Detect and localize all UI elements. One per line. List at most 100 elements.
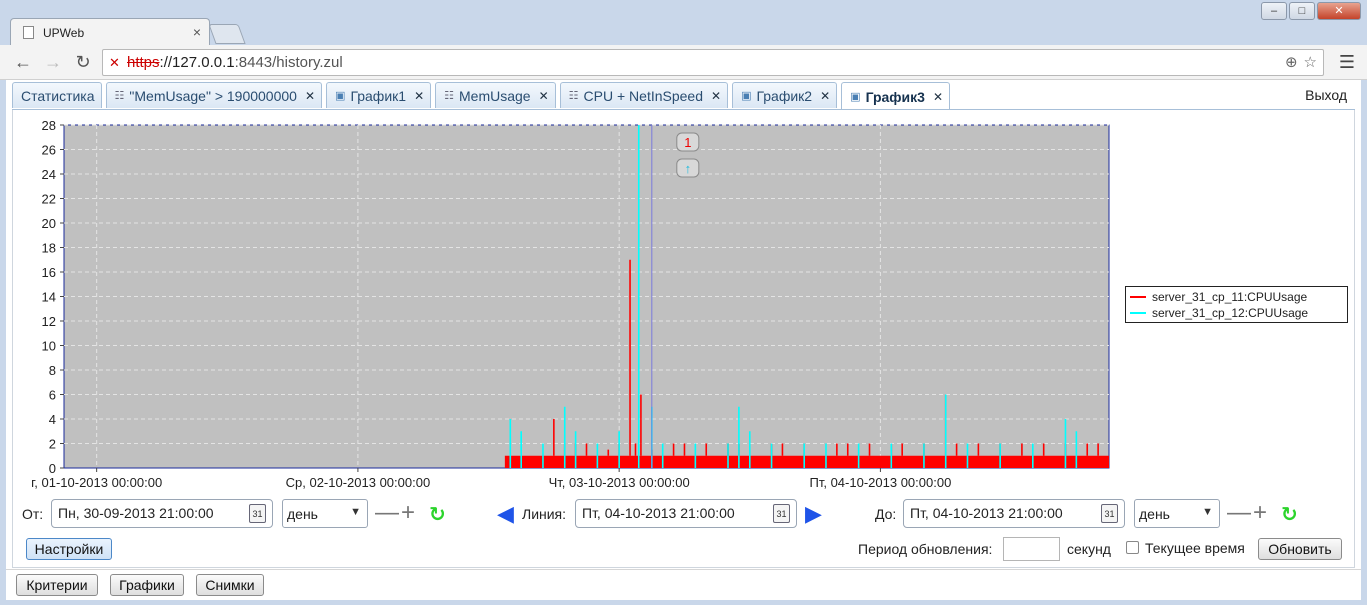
y-tick-label: 22: [42, 192, 56, 207]
bookmark-star-icon[interactable]: ☆: [1304, 53, 1317, 71]
current-time-checkbox[interactable]: [1126, 541, 1139, 554]
app-tab-label: Статистика: [21, 87, 95, 104]
app-tab-2[interactable]: ▣ График1 ✕: [326, 82, 432, 108]
browser-tab-title: UPWeb: [43, 26, 85, 40]
close-window-button[interactable]: ✕: [1317, 2, 1361, 20]
line-forward-arrow-icon[interactable]: ▶: [805, 503, 822, 525]
logout-link[interactable]: Выход: [1305, 87, 1347, 103]
app-tab-4[interactable]: ☷ CPU + NetInSpeed ✕: [559, 82, 729, 108]
bottom-toolbar: Критерии Графики Снимки: [6, 569, 1361, 600]
table-icon: ☷: [444, 90, 454, 102]
close-tab-icon[interactable]: ✕: [933, 90, 943, 104]
app-tab-5[interactable]: ▣ График2 ✕: [732, 82, 838, 108]
calendar-icon[interactable]: 31: [1101, 504, 1118, 523]
from-unit-value: день: [287, 506, 318, 522]
refresh-period-input[interactable]: [1003, 537, 1060, 561]
seconds-label: секунд: [1067, 541, 1111, 557]
app-tab-label: График2: [756, 87, 813, 104]
close-tab-icon[interactable]: ✕: [414, 89, 424, 103]
app-tab-label: CPU + NetInSpeed: [583, 87, 703, 104]
close-tab-icon[interactable]: ✕: [820, 89, 830, 103]
chart-panel: 0 2 4 6 8 10 12 14 16 18 20 22 24 26 28 г, 01-10-2013 0…: [12, 110, 1355, 568]
y-tick-label: 6: [49, 388, 56, 403]
zoom-icon[interactable]: ⊕: [1285, 53, 1298, 71]
to-date-value: Пт, 04-10-2013 21:00:00: [910, 505, 1063, 521]
line-date-field[interactable]: Пт, 04-10-2013 21:00:00 31: [575, 499, 797, 528]
to-minus-icon[interactable]: —: [1227, 501, 1251, 525]
snapshots-button[interactable]: Снимки: [196, 574, 264, 596]
app-tab-label: "MemUsage" > 190000000: [129, 87, 297, 104]
close-tab-icon[interactable]: ✕: [711, 89, 721, 103]
line-date-value: Пт, 04-10-2013 21:00:00: [582, 505, 735, 521]
to-unit-value: день: [1139, 506, 1170, 522]
to-date-field[interactable]: Пт, 04-10-2013 21:00:00 31: [903, 499, 1125, 528]
from-plus-icon[interactable]: +: [401, 501, 415, 525]
app-tab-3[interactable]: ☷ MemUsage ✕: [435, 82, 556, 108]
chart-icon: ▣: [850, 91, 861, 103]
app-tab-1[interactable]: ☷ "MemUsage" > 190000000 ✕: [105, 82, 323, 108]
close-tab-icon[interactable]: ×: [193, 24, 201, 40]
x-tick-label: Пт, 04-10-2013 00:00:00: [810, 475, 952, 490]
refresh-period-label: Период обновления:: [858, 541, 993, 557]
close-tab-icon[interactable]: ✕: [539, 89, 549, 103]
app-tab-strip: Статистика ☷ "MemUsage" > 190000000 ✕ ▣ Графи…: [12, 82, 954, 110]
x-tick-label: Чт, 03-10-2013 00:00:00: [549, 475, 690, 490]
series-baseline-band: [504, 455, 1109, 468]
legend-entry: server_31_cp_11:CPUUsage: [1130, 289, 1343, 305]
page-content: Статистика ☷ "MemUsage" > 190000000 ✕ ▣ Графи…: [6, 80, 1361, 600]
y-tick-label: 2: [49, 437, 56, 452]
y-tick-label: 0: [49, 461, 56, 476]
to-unit-select[interactable]: день ▼: [1134, 499, 1220, 528]
new-tab-button[interactable]: [208, 24, 246, 44]
y-tick-label: 20: [42, 216, 56, 231]
table-icon: ☷: [568, 90, 579, 102]
address-bar[interactable]: ✕ https://127.0.0.1:8443/history.zul ⊕ ☆: [102, 49, 1324, 76]
from-reset-icon[interactable]: ↻: [429, 504, 446, 526]
insecure-lock-icon: ✕: [109, 55, 120, 70]
chart-icon: ▣: [335, 90, 346, 102]
chart-icon: ▣: [741, 90, 752, 102]
calendar-icon[interactable]: 31: [249, 504, 266, 523]
close-tab-icon[interactable]: ✕: [305, 89, 315, 103]
to-label: До:: [875, 506, 897, 522]
forward-icon[interactable]: →: [42, 51, 64, 73]
browser-menu-icon[interactable]: ☰: [1339, 52, 1355, 73]
y-tick-label: 4: [49, 412, 56, 427]
from-date-field[interactable]: Пн, 30-09-2013 21:00:00 31: [51, 499, 273, 528]
y-tick-label: 12: [42, 314, 56, 329]
app-tab-6[interactable]: ▣ График3 ✕: [841, 82, 951, 110]
to-plus-icon[interactable]: +: [1253, 501, 1267, 525]
charts-button[interactable]: Графики: [110, 574, 184, 596]
from-minus-icon[interactable]: —: [375, 501, 399, 525]
line-back-arrow-icon[interactable]: ◀: [497, 503, 514, 525]
maximize-button[interactable]: □: [1289, 2, 1315, 20]
app-tab-0[interactable]: Статистика: [12, 82, 102, 108]
criteria-button[interactable]: Критерии: [16, 574, 98, 596]
url-text: https://127.0.0.1:8443/history.zul: [127, 54, 343, 71]
table-icon: ☷: [114, 90, 125, 102]
browser-toolbar: ← → ↻ ✕ https://127.0.0.1:8443/history.z…: [0, 45, 1367, 80]
legend-swatch: [1130, 296, 1146, 298]
from-label: От:: [22, 506, 44, 522]
page-icon: [23, 26, 34, 39]
from-date-value: Пн, 30-09-2013 21:00:00: [58, 505, 214, 521]
y-tick-label: 28: [42, 118, 56, 133]
reload-icon[interactable]: ↻: [72, 51, 94, 73]
marker-label: 1: [684, 135, 691, 150]
update-button[interactable]: Обновить: [1258, 538, 1342, 560]
to-reset-icon[interactable]: ↻: [1281, 504, 1298, 526]
y-tick-label: 18: [42, 241, 56, 256]
y-tick-label: 26: [42, 143, 56, 158]
y-tick-label: 8: [49, 363, 56, 378]
chart-legend: server_31_cp_11:CPUUsage server_31_cp_12:…: [1125, 286, 1348, 323]
line-label: Линия:: [522, 506, 567, 522]
from-unit-select[interactable]: день ▼: [282, 499, 368, 528]
calendar-icon[interactable]: 31: [773, 504, 790, 523]
browser-tab[interactable]: UPWeb ×: [10, 18, 210, 46]
settings-button[interactable]: Настройки: [26, 538, 112, 560]
back-icon[interactable]: ←: [12, 51, 34, 73]
y-tick-label: 10: [42, 339, 56, 354]
chevron-down-icon: ▼: [350, 506, 361, 518]
y-tick-label: 24: [42, 167, 56, 182]
minimize-button[interactable]: –: [1261, 2, 1287, 20]
